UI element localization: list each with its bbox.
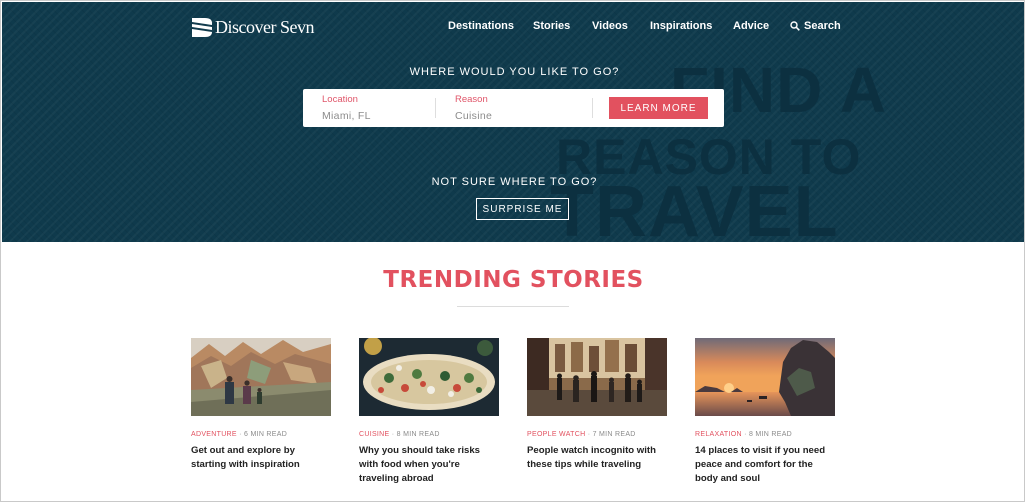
story-category[interactable]: PEOPLE WATCH	[527, 431, 585, 438]
story-read-time: 8 MIN READ	[396, 431, 440, 438]
field-divider	[592, 98, 593, 118]
story-title[interactable]: Why you should take risks with food when…	[359, 444, 499, 486]
story-read-time: 6 MIN READ	[244, 431, 288, 438]
location-value[interactable]: Miami, FL	[322, 110, 371, 122]
story-meta: RELAXATION · 8 MIN READ	[695, 431, 835, 438]
nav-advice[interactable]: Advice	[733, 20, 769, 32]
main-nav: Destinations Stories Videos Inspirations…	[2, 20, 1024, 36]
surprise-me-button[interactable]: SURPRISE ME	[476, 198, 569, 220]
hero-question: WHERE WOULD YOU LIKE TO GO?	[409, 66, 620, 78]
hero-watermark: FIND A REASON TO TRAVEL	[550, 58, 886, 242]
hero-section: FIND A REASON TO TRAVEL Discover Sevn De…	[2, 2, 1024, 242]
story-card[interactable]: ADVENTURE · 6 MIN READ Get out and explo…	[191, 338, 331, 472]
reason-value[interactable]: Cuisine	[455, 110, 492, 122]
story-category[interactable]: CUISINE	[359, 431, 390, 438]
story-meta: CUISINE · 8 MIN READ	[359, 431, 499, 438]
story-image[interactable]	[191, 338, 331, 416]
story-card[interactable]: PEOPLE WATCH · 7 MIN READ People watch i…	[527, 338, 667, 472]
field-divider	[435, 98, 436, 118]
nav-search-label: Search	[804, 20, 841, 32]
location-label: Location	[322, 94, 358, 105]
story-title[interactable]: Get out and explore by starting with ins…	[191, 444, 331, 472]
destination-search-form: Location Miami, FL Reason Cuisine LEARN …	[303, 89, 724, 127]
story-read-time: 7 MIN READ	[592, 431, 636, 438]
story-category[interactable]: ADVENTURE	[191, 431, 237, 438]
section-title: TRENDING STORIES	[383, 267, 644, 293]
reason-label: Reason	[455, 94, 488, 105]
nav-destinations[interactable]: Destinations	[448, 20, 514, 32]
story-image[interactable]	[527, 338, 667, 416]
story-image[interactable]	[359, 338, 499, 416]
nav-videos[interactable]: Videos	[592, 20, 628, 32]
nav-search[interactable]: Search	[790, 20, 841, 32]
hero-alt-question: NOT SURE WHERE TO GO?	[431, 176, 598, 188]
reason-field[interactable]: Reason Cuisine	[455, 94, 492, 122]
location-field[interactable]: Location Miami, FL	[322, 94, 371, 122]
page-frame: FIND A REASON TO TRAVEL Discover Sevn De…	[0, 0, 1025, 502]
section-divider	[457, 306, 569, 307]
learn-more-button[interactable]: LEARN MORE	[609, 97, 708, 119]
story-meta: ADVENTURE · 6 MIN READ	[191, 431, 331, 438]
story-title[interactable]: 14 places to visit if you need peace and…	[695, 444, 835, 486]
story-card[interactable]: RELAXATION · 8 MIN READ 14 places to vis…	[695, 338, 835, 486]
story-image[interactable]	[695, 338, 835, 416]
story-card[interactable]: CUISINE · 8 MIN READ Why you should take…	[359, 338, 499, 486]
story-read-time: 8 MIN READ	[748, 431, 793, 438]
story-meta: PEOPLE WATCH · 7 MIN READ	[527, 431, 667, 438]
story-title[interactable]: People watch incognito with these tips w…	[527, 444, 667, 472]
nav-inspirations[interactable]: Inspirations	[650, 20, 712, 32]
nav-stories[interactable]: Stories	[533, 20, 570, 32]
search-icon	[790, 21, 800, 31]
story-category[interactable]: RELAXATION	[695, 431, 742, 438]
